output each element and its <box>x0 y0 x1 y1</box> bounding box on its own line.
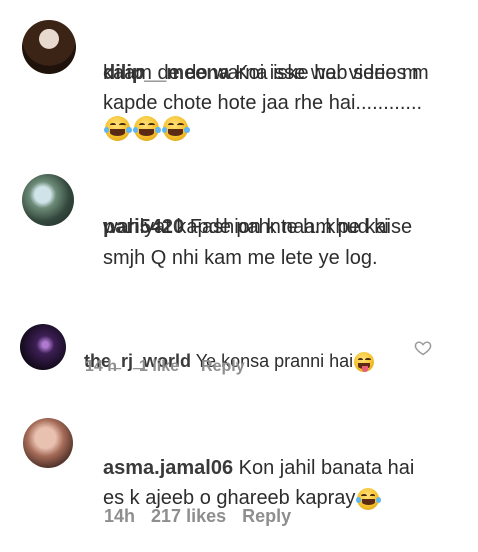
avatar[interactable] <box>22 174 74 226</box>
comment-time: 14h <box>104 506 136 526</box>
face-with-tears-of-joy-icon <box>356 487 381 510</box>
reply-button[interactable]: Reply <box>201 358 245 375</box>
comment-text-continued: wahiyat kapde pahnte h..khud ki smjh Q n… <box>103 216 389 269</box>
emoji-row <box>103 116 190 141</box>
face-with-tears-of-joy-icon <box>103 116 132 141</box>
face-with-tongue-icon <box>354 352 375 373</box>
like-count[interactable]: 217 likes <box>151 506 226 526</box>
avatar[interactable] <box>23 418 73 468</box>
face-with-tears-of-joy-icon <box>132 116 161 141</box>
reply-button[interactable]: Reply <box>242 506 291 526</box>
comment-meta: 14 h 1 like Reply <box>85 358 267 376</box>
comment-text-continued: kaam de do warna iske har video m kapde … <box>103 62 423 114</box>
comment-meta: 14h 217 likes Reply <box>104 506 313 527</box>
avatar[interactable] <box>20 324 66 370</box>
avatar[interactable] <box>22 20 76 74</box>
comment-text-continued: es k ajeeb o ghareeb kapray <box>103 453 473 513</box>
like-count[interactable]: 1 like <box>139 358 179 375</box>
face-with-tears-of-joy-icon <box>161 116 190 141</box>
comment-time: 14 h <box>85 358 118 375</box>
heart-outline-icon[interactable] <box>414 340 432 356</box>
